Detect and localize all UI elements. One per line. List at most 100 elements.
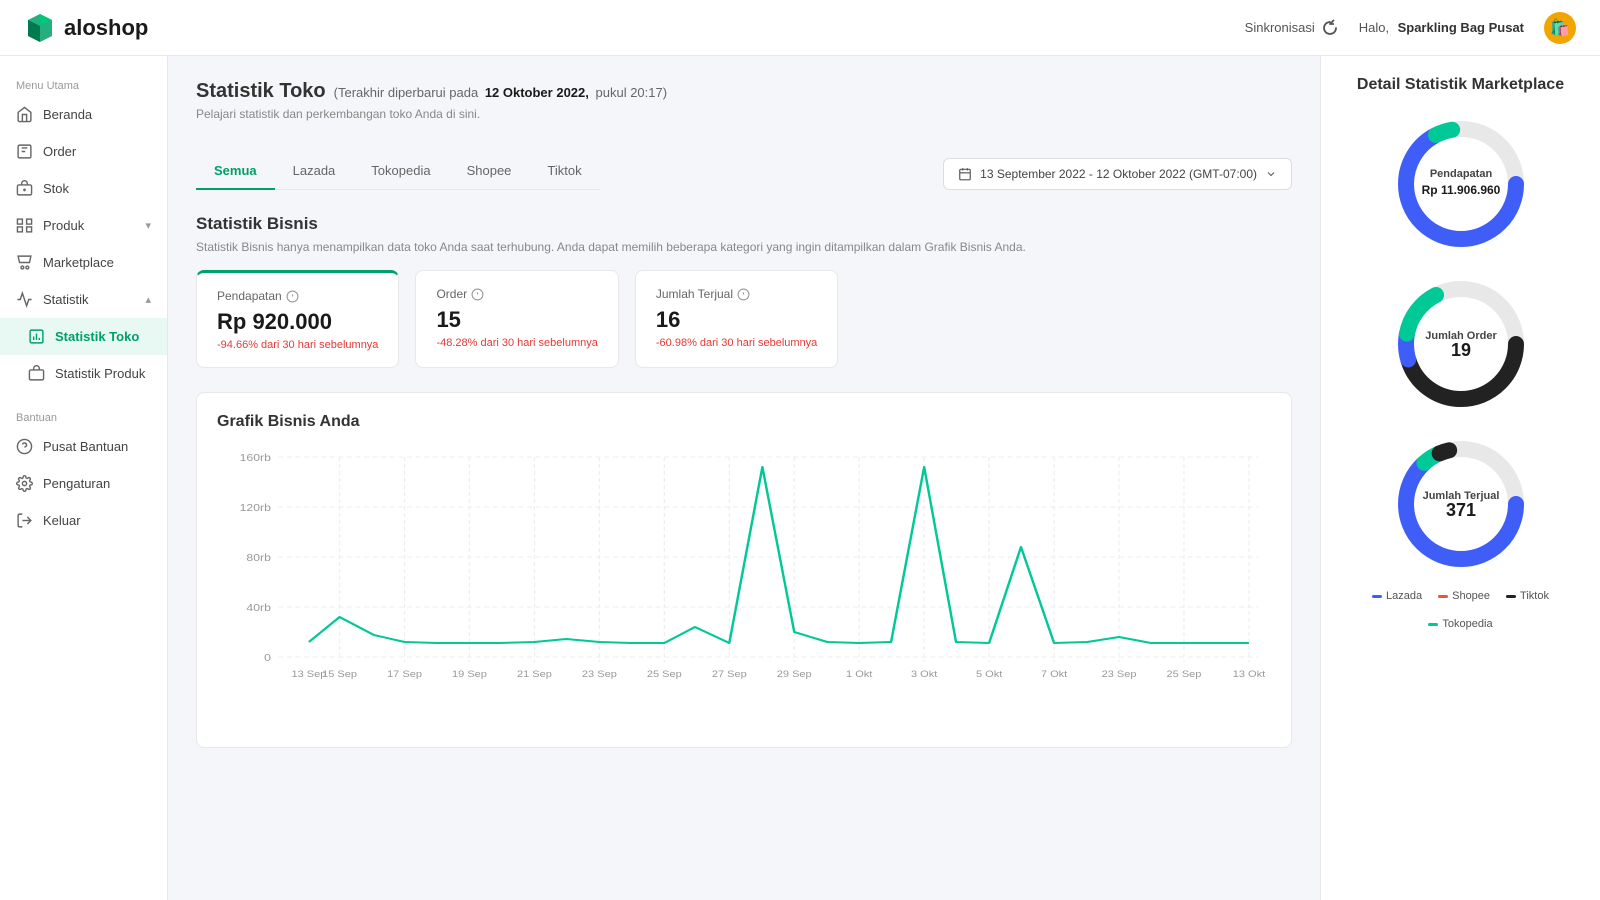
sidebar-label-keluar: Keluar [43, 513, 81, 528]
sidebar-section-help: Bantuan [0, 404, 167, 428]
sidebar-label-beranda: Beranda [43, 107, 92, 122]
legend-dot-lazada [1372, 595, 1382, 598]
info-icon-jumlah-terjual [737, 288, 750, 301]
sidebar-label-order: Order [43, 144, 76, 159]
calendar-icon [958, 167, 972, 181]
sidebar-item-statistik-toko[interactable]: Statistik Toko [0, 318, 167, 355]
avatar[interactable]: 🛍️ [1544, 12, 1576, 44]
tabs: Semua Lazada Tokopedia Shopee Tiktok [196, 153, 600, 190]
svg-text:3 Okt: 3 Okt [911, 670, 938, 680]
svg-text:1 Okt: 1 Okt [846, 670, 873, 680]
home-icon [16, 106, 33, 123]
sidebar-item-pusat-bantuan[interactable]: Pusat Bantuan [0, 428, 167, 465]
svg-text:19: 19 [1450, 340, 1470, 360]
donut-jumlah-order: Jumlah Order 19 [1391, 274, 1531, 414]
svg-text:80rb: 80rb [246, 553, 271, 564]
legend-label-tiktok: Tiktok [1520, 590, 1549, 602]
sidebar-label-statistik: Statistik [43, 292, 89, 307]
sidebar-item-stok[interactable]: Stok [0, 170, 167, 207]
svg-text:160rb: 160rb [240, 453, 271, 464]
chart-title: Grafik Bisnis Anda [217, 413, 1271, 431]
legend-dot-tiktok [1506, 595, 1516, 598]
statistik-icon [16, 291, 33, 308]
stat-card-order[interactable]: Order 15 -48.28% dari 30 hari sebelumnya [415, 270, 618, 368]
right-panel-title: Detail Statistik Marketplace [1345, 76, 1576, 94]
sidebar-item-order[interactable]: Order [0, 133, 167, 170]
stat-cards: Pendapatan Rp 920.000 -94.66% dari 30 ha… [196, 270, 1292, 368]
date-range-button[interactable]: 13 September 2022 - 12 Oktober 2022 (GMT… [943, 158, 1292, 190]
main-content: Statistik Toko (Terakhir diperbarui pada… [168, 56, 1320, 900]
svg-text:19 Sep: 19 Sep [452, 670, 487, 680]
sidebar-item-pengaturan[interactable]: Pengaturan [0, 465, 167, 502]
stok-icon [16, 180, 33, 197]
svg-text:5 Okt: 5 Okt [976, 670, 1003, 680]
stats-section: Statistik Bisnis Statistik Bisnis hanya … [196, 214, 1292, 748]
legend-lazada: Lazada [1372, 590, 1422, 602]
sidebar-item-statistik-produk[interactable]: Statistik Produk [0, 355, 167, 392]
sidebar-item-beranda[interactable]: Beranda [0, 96, 167, 133]
sidebar-label-marketplace: Marketplace [43, 255, 114, 270]
topnav-right: Sinkronisasi Halo, Sparkling Bag Pusat 🛍… [1245, 12, 1576, 44]
svg-text:Rp 11.906.960: Rp 11.906.960 [1421, 183, 1500, 197]
svg-text:29 Sep: 29 Sep [777, 670, 812, 680]
chart-wrapper: 160rb 120rb 80rb 40rb 0 13 Sep 15 Sep 17… [217, 447, 1271, 727]
statistik-produk-icon [28, 365, 45, 382]
stat-card-jumlah-terjual[interactable]: Jumlah Terjual 16 -60.98% dari 30 hari s… [635, 270, 838, 368]
stat-change-order: -48.28% dari 30 hari sebelumnya [436, 337, 597, 349]
greeting: Halo, Sparkling Bag Pusat [1359, 19, 1524, 37]
legend-shopee: Shopee [1438, 590, 1490, 602]
statistik-arrow: ▴ [145, 293, 151, 306]
tab-lazada[interactable]: Lazada [275, 153, 354, 190]
sidebar-label-produk: Produk [43, 218, 84, 233]
tab-shopee[interactable]: Shopee [449, 153, 530, 190]
svg-text:27 Sep: 27 Sep [712, 670, 747, 680]
stat-value-jumlah-terjual: 16 [656, 307, 817, 333]
chart-section: Grafik Bisnis Anda [196, 392, 1292, 748]
sidebar-item-produk[interactable]: Produk ▾ [0, 207, 167, 244]
svg-text:371: 371 [1445, 500, 1475, 520]
info-icon-order [471, 288, 484, 301]
sidebar-item-marketplace[interactable]: Marketplace [0, 244, 167, 281]
produk-arrow: ▾ [145, 219, 151, 232]
donut-container: Pendapatan Rp 11.906.960 Jumlah Order 19 [1345, 114, 1576, 574]
stat-change-jumlah-terjual: -60.98% dari 30 hari sebelumnya [656, 337, 817, 349]
stat-change-pendapatan: -94.66% dari 30 hari sebelumnya [217, 339, 378, 351]
greeting-name: Sparkling Bag Pusat [1398, 20, 1524, 35]
chart-svg: 160rb 120rb 80rb 40rb 0 13 Sep 15 Sep 17… [217, 447, 1271, 727]
page-header: Statistik Toko (Terakhir diperbarui pada… [196, 80, 1292, 121]
stat-label-order: Order [436, 287, 597, 301]
chevron-down-icon [1265, 168, 1277, 180]
marketplace-icon [16, 254, 33, 271]
svg-text:23 Sep: 23 Sep [1102, 670, 1137, 680]
tab-tiktok[interactable]: Tiktok [529, 153, 599, 190]
svg-text:17 Sep: 17 Sep [387, 670, 422, 680]
svg-text:Pendapatan: Pendapatan [1429, 168, 1492, 180]
stat-card-pendapatan[interactable]: Pendapatan Rp 920.000 -94.66% dari 30 ha… [196, 270, 399, 368]
right-panel: Detail Statistik Marketplace Pendapatan … [1320, 56, 1600, 900]
legend-dot-shopee [1438, 595, 1448, 598]
svg-text:25 Sep: 25 Sep [647, 670, 682, 680]
sidebar-label-statistik-toko: Statistik Toko [55, 329, 139, 344]
sync-button[interactable]: Sinkronisasi [1245, 19, 1339, 37]
legend-label-tokopedia: Tokopedia [1442, 618, 1492, 630]
statistik-toko-icon [28, 328, 45, 345]
stat-value-pendapatan: Rp 920.000 [217, 309, 378, 335]
legend-tiktok: Tiktok [1506, 590, 1549, 602]
stats-section-desc: Statistik Bisnis hanya menampilkan data … [196, 240, 1292, 254]
info-icon-pendapatan [286, 290, 299, 303]
sidebar-label-pengaturan: Pengaturan [43, 476, 110, 491]
logo-icon [24, 12, 56, 44]
svg-text:120rb: 120rb [240, 503, 271, 514]
legend-label-lazada: Lazada [1386, 590, 1422, 602]
stat-label-jumlah-terjual: Jumlah Terjual [656, 287, 817, 301]
sync-label: Sinkronisasi [1245, 20, 1315, 35]
tabs-row: Semua Lazada Tokopedia Shopee Tiktok 13 … [196, 137, 1292, 190]
topnav: aloshop Sinkronisasi Halo, Sparkling Bag… [0, 0, 1600, 56]
tab-tokopedia[interactable]: Tokopedia [353, 153, 448, 190]
logout-icon [16, 512, 33, 529]
legend-tokopedia: Tokopedia [1428, 618, 1492, 630]
svg-text:21 Sep: 21 Sep [517, 670, 552, 680]
sidebar-item-statistik[interactable]: Statistik ▴ [0, 281, 167, 318]
tab-semua[interactable]: Semua [196, 153, 275, 190]
sidebar-item-keluar[interactable]: Keluar [0, 502, 167, 539]
